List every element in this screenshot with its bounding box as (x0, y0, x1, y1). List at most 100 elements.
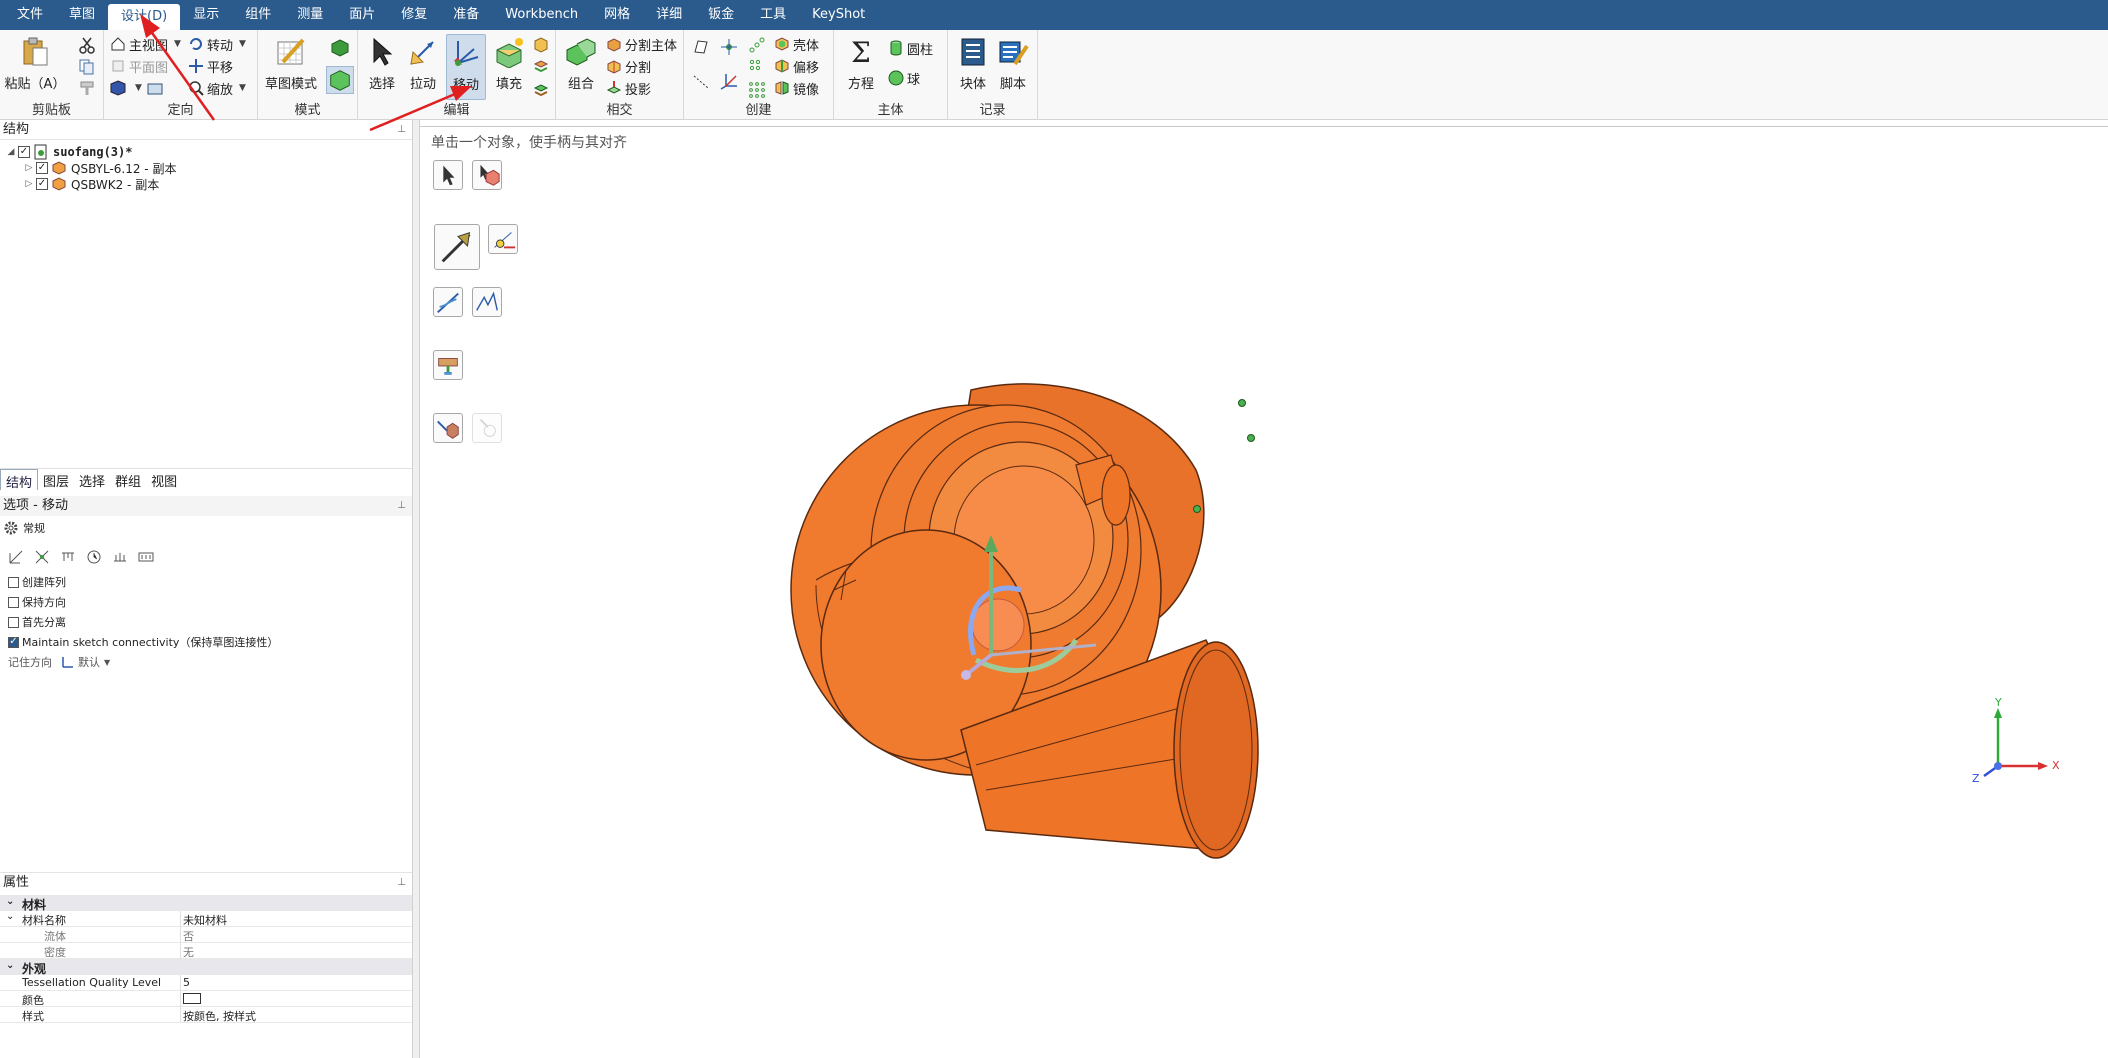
create-pattern-checkbox[interactable] (8, 576, 19, 588)
home-view-button[interactable]: 主视图 ▼ (110, 34, 181, 54)
zoom-box-icon[interactable] (146, 80, 164, 98)
chevron-down-icon[interactable]: ▼ (174, 39, 181, 49)
edit-extra-icon-3[interactable] (532, 80, 550, 98)
tree-child-row[interactable]: ▷ ✓ QSBWK2 - 副本 (22, 176, 159, 192)
detach-first-checkbox[interactable] (8, 616, 19, 628)
tree-checkbox[interactable]: ✓ (36, 162, 48, 174)
detach-first-option[interactable]: 首先分离 (8, 614, 66, 630)
move-button[interactable]: 移动 (446, 34, 486, 100)
project-button[interactable]: 投影 (606, 78, 651, 98)
chevron-down-icon[interactable]: ▼ (104, 658, 110, 667)
split-body-button[interactable]: 分割主体 (606, 34, 677, 54)
chevron-down-icon[interactable]: ▼ (135, 83, 142, 93)
remember-direction-option[interactable]: 记住方向 默认 ▼ (8, 654, 110, 670)
tab-views[interactable]: 视图 (146, 469, 182, 490)
collapse-icon[interactable]: ⌄ (6, 960, 14, 971)
keep-orientation-option[interactable]: 保持方向 (8, 594, 66, 610)
create-pattern-option[interactable]: 创建阵列 (8, 574, 66, 590)
move-direction-tool-button[interactable] (434, 224, 480, 270)
dimension-icon[interactable] (138, 549, 154, 565)
ruler-icon[interactable] (60, 549, 76, 565)
menu-tab-4[interactable]: 组件 (232, 0, 284, 30)
measure-icon[interactable] (112, 549, 128, 565)
collapse-icon[interactable]: ⌄ (6, 911, 14, 922)
remember-direction-value[interactable]: 默认 (78, 654, 100, 670)
axis-tool-icon[interactable] (720, 72, 738, 90)
material-category[interactable]: ⌄ 材料 (0, 895, 412, 912)
3d-mode-icon[interactable] (326, 66, 354, 94)
clock-icon[interactable] (86, 549, 102, 565)
tree-root-row[interactable]: ◢ ✓ suofang(3)* (4, 144, 132, 160)
equation-button[interactable]: Σ 方程 (842, 34, 880, 100)
tree-checkbox[interactable]: ✓ (36, 178, 48, 190)
block-button[interactable]: 块体 (954, 34, 992, 100)
menu-tab-10[interactable]: 网格 (591, 0, 643, 30)
tab-layers[interactable]: 图层 (38, 469, 74, 490)
tab-structure[interactable]: 结构 (0, 469, 39, 491)
rectangle-tool-icon[interactable] (692, 38, 710, 56)
pattern-grid-icon[interactable] (748, 58, 766, 76)
edit-extra-icon-1[interactable] (532, 36, 550, 54)
pattern-tool-icon[interactable] (748, 36, 766, 54)
appearance-category[interactable]: ⌄ 外观 (0, 959, 412, 976)
pivot-tool-button[interactable] (433, 350, 463, 380)
pin-icon[interactable]: ⊥ (397, 120, 406, 140)
fill-button[interactable]: 填充 (490, 34, 528, 100)
up-to-tool-button[interactable] (472, 287, 502, 317)
line-tool-icon[interactable] (692, 72, 710, 90)
split-button[interactable]: 分割 (606, 56, 651, 76)
material-name-row[interactable]: ⌄ 材料名称 未知材料 (0, 911, 412, 927)
expand-icon[interactable]: ▷ (22, 179, 36, 189)
edit-extra-icon-2[interactable] (532, 58, 550, 76)
copy-icon[interactable] (78, 58, 96, 76)
material-name-value[interactable]: 未知材料 (183, 912, 227, 928)
sphere-button[interactable]: 球 (888, 68, 920, 88)
view-cube-button[interactable]: ▼ (110, 78, 142, 98)
cut-icon[interactable] (78, 36, 96, 54)
menu-tab-11[interactable]: 详细 (643, 0, 695, 30)
pattern-grid-2-icon[interactable] (748, 80, 766, 98)
menu-tab-1[interactable]: 草图 (56, 0, 108, 30)
tree-child-row[interactable]: ▷ ✓ QSBYL-6.12 - 副本 (22, 160, 176, 176)
offset-button[interactable]: 偏移 (774, 56, 819, 76)
rotate-button[interactable]: 转动 ▼ (188, 34, 246, 54)
pin-icon[interactable]: ⊥ (397, 873, 406, 893)
script-button[interactable]: 脚本 (994, 34, 1032, 100)
menu-tab-13[interactable]: 工具 (747, 0, 799, 30)
maintain-sketch-checkbox[interactable]: ✓ (8, 636, 19, 648)
menu-tab-14[interactable]: KeyShot (799, 0, 878, 30)
tree-checkbox[interactable]: ✓ (18, 146, 30, 158)
options-section-general[interactable]: 常规 (3, 520, 45, 536)
select-body-tool-button[interactable] (472, 160, 502, 190)
style-row[interactable]: 样式 按颜色, 按样式 (0, 1007, 412, 1023)
fluid-row[interactable]: 流体 否 (0, 927, 412, 943)
menu-tab-12[interactable]: 钣金 (695, 0, 747, 30)
expand-icon[interactable]: ▷ (22, 163, 36, 173)
style-value[interactable]: 按颜色, 按样式 (183, 1008, 256, 1024)
move-direction-icon[interactable] (8, 549, 24, 565)
collapse-icon[interactable]: ⌄ (6, 896, 14, 907)
menu-tab-8[interactable]: 准备 (440, 0, 492, 30)
cylinder-button[interactable]: 圆柱 (888, 38, 933, 58)
expand-icon[interactable]: ◢ (4, 147, 18, 157)
menu-tab-2[interactable]: 设计(D) (108, 4, 181, 30)
shell-button[interactable]: 壳体 (774, 34, 819, 54)
tab-groups[interactable]: 群组 (110, 469, 146, 490)
zoom-button[interactable]: 缩放 ▼ (188, 78, 246, 98)
menu-tab-3[interactable]: 显示 (180, 0, 232, 30)
menu-tab-5[interactable]: 测量 (284, 0, 336, 30)
tab-selection[interactable]: 选择 (74, 469, 110, 490)
select-button[interactable]: 选择 (364, 34, 400, 100)
select-tool-button[interactable] (433, 160, 463, 190)
ruler-move-tool-button[interactable] (433, 287, 463, 317)
pull-button[interactable]: 拉动 (404, 34, 442, 100)
density-row[interactable]: 密度 无 (0, 943, 412, 959)
move-along-tool-button[interactable] (433, 413, 463, 443)
menu-tab-9[interactable]: Workbench (492, 0, 591, 30)
keep-orientation-checkbox[interactable] (8, 596, 19, 608)
chevron-down-icon[interactable]: ▼ (239, 83, 246, 93)
combine-button[interactable]: 组合 (560, 34, 602, 100)
sketch-mode-button[interactable]: 草图模式 (264, 34, 318, 100)
menu-tab-0[interactable]: 文件 (4, 0, 56, 30)
chevron-down-icon[interactable]: ▼ (239, 39, 246, 49)
